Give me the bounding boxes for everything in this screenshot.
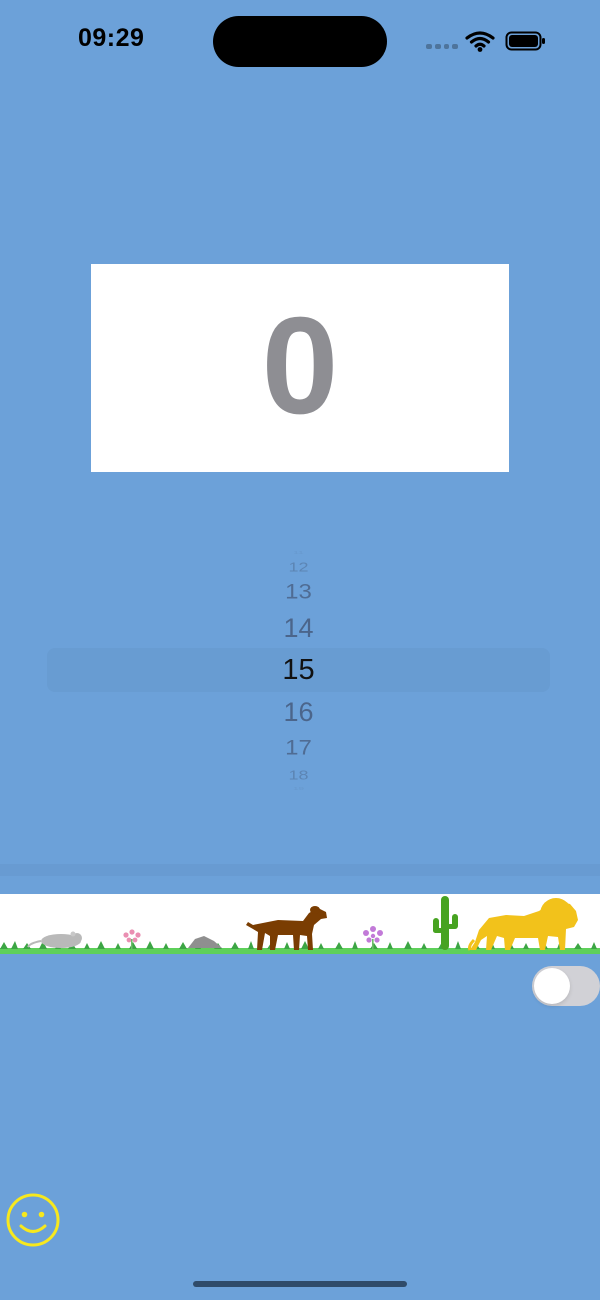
picker-item[interactable]: 19 bbox=[47, 787, 550, 792]
picker-item[interactable]: 14 bbox=[47, 615, 550, 642]
picker-item[interactable]: 12 bbox=[47, 561, 550, 574]
signal-dots-icon bbox=[426, 44, 458, 50]
scene-illustration bbox=[0, 896, 600, 954]
section-divider bbox=[0, 864, 600, 876]
status-time: 09:29 bbox=[78, 24, 145, 52]
number-picker[interactable]: 11 12 13 14 15 16 17 18 19 bbox=[47, 544, 550, 794]
wifi-icon bbox=[465, 31, 495, 52]
toggle-switch[interactable] bbox=[532, 966, 600, 1006]
smiley-icon[interactable] bbox=[5, 1192, 61, 1248]
pink-flower-icon bbox=[123, 929, 141, 949]
home-indicator[interactable] bbox=[193, 1281, 407, 1287]
purple-flower-icon bbox=[363, 926, 383, 949]
toggle-knob[interactable] bbox=[534, 968, 570, 1004]
dynamic-island bbox=[213, 16, 387, 67]
mouse-icon bbox=[27, 931, 82, 948]
lion-icon bbox=[468, 898, 578, 951]
picker-item-selected[interactable]: 15 bbox=[47, 656, 550, 685]
rock-icon bbox=[188, 936, 222, 948]
scene-strip bbox=[0, 894, 600, 954]
picker-item[interactable]: 16 bbox=[47, 699, 550, 726]
picker-item[interactable]: 11 bbox=[47, 551, 550, 556]
picker-item[interactable]: 17 bbox=[47, 737, 550, 759]
cactus-icon bbox=[433, 896, 458, 950]
picker-item[interactable]: 13 bbox=[47, 581, 550, 603]
battery-icon bbox=[505, 31, 545, 51]
score-value: 0 bbox=[261, 289, 339, 443]
score-card: 0 bbox=[91, 264, 509, 472]
picker-item[interactable]: 18 bbox=[47, 769, 550, 782]
